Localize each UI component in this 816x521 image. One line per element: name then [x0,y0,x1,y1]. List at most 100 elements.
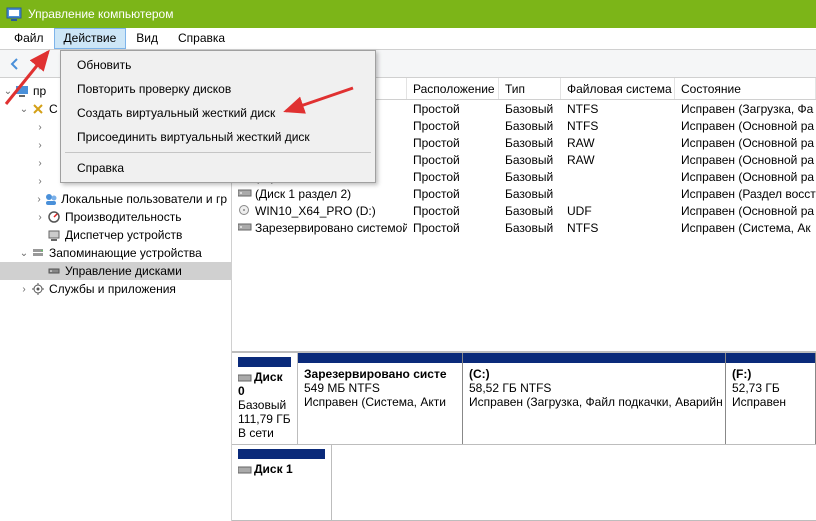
tree-perf[interactable]: › Производительность [0,208,231,226]
cell-layout: Простой [407,204,499,218]
part-name: (F:) [732,367,809,381]
dd-attach-vhd[interactable]: Присоединить виртуальный жесткий диск [63,125,373,149]
table-row[interactable]: (Диск 1 раздел 2) ПростойБазовый Исправен … [232,185,816,202]
cell-status: Исправен (Раздел восст [675,187,816,201]
services-icon [30,281,46,297]
computer-icon [14,83,30,99]
cell-type: Базовый [499,187,561,201]
cell-status: Исправен (Основной ра [675,153,816,167]
back-button[interactable] [4,53,26,75]
col-type[interactable]: Тип [499,78,561,99]
disk-info[interactable]: Диск 1 [232,445,332,520]
cell-layout: Простой [407,119,499,133]
tree-label: Диспетчер устройств [65,228,182,242]
dd-create-vhd[interactable]: Создать виртуальный жесткий диск [63,101,373,125]
tree-label: пр [33,84,46,98]
dd-rescan[interactable]: Повторить проверку дисков [63,77,373,101]
tree-label: Локальные пользователи и гр [61,192,227,206]
tree-disk-mgmt[interactable]: Управление дисками [0,262,231,280]
partition[interactable]: (F:)52,73 ГБИсправен [726,353,816,444]
menu-help[interactable]: Справка [168,28,235,49]
cell-status: Исправен (Основной ра [675,136,816,150]
part-size: 549 МБ NTFS [304,381,456,395]
volume-name: Зарезервировано системой [255,221,407,235]
col-fs[interactable]: Файловая система [561,78,675,99]
table-row[interactable]: WIN10_X64_PRO (D:)ПростойБазовыйUDFИспра… [232,202,816,219]
chevron-right-icon: › [34,212,46,223]
cell-status: Исправен (Основной ра [675,170,816,184]
cell-type: Базовый [499,170,561,184]
cell-type: Базовый [499,153,561,167]
cell-status: Исправен (Основной ра [675,119,816,133]
volume-icon [238,187,252,201]
forward-button[interactable] [30,53,52,75]
cell-layout: Простой [407,187,499,201]
disk-type: Базовый [238,398,291,412]
cell-fs: NTFS [561,119,675,133]
cell-layout: Простой [407,153,499,167]
perf-icon [46,209,62,225]
cell-fs: RAW [561,136,675,150]
cell-type: Базовый [499,136,561,150]
disk-icon [238,373,252,383]
chevron-down-icon: ⌄ [2,86,14,97]
disk-name: Диск 1 [254,462,293,476]
partition[interactable]: (C:)58,52 ГБ NTFSИсправен (Загрузка, Фай… [463,353,726,444]
tree-users[interactable]: › Локальные пользователи и гр [0,190,231,208]
cell-layout: Простой [407,170,499,184]
dd-refresh[interactable]: Обновить [63,53,373,77]
cell-status: Исправен (Система, Ак [675,221,816,235]
menu-view[interactable]: Вид [126,28,168,49]
disk-icon [238,465,252,475]
volume-icon [238,221,252,235]
chevron-down-icon: ⌄ [18,104,30,115]
disk-row: Диск 0Базовый111,79 ГБВ сетиЗарезервиров… [232,353,816,445]
table-row[interactable]: Зарезервировано системойПростойБазовыйNT… [232,219,816,236]
volume-name: WIN10_X64_PRO (D:) [255,204,376,218]
cell-type: Базовый [499,221,561,235]
col-layout[interactable]: Расположение [407,78,499,99]
disk-row: Диск 1 [232,445,816,521]
volume-name: (Диск 1 раздел 2) [255,187,351,201]
cell-layout: Простой [407,102,499,116]
cell-fs: RAW [561,153,675,167]
disk-info[interactable]: Диск 0Базовый111,79 ГБВ сети [232,353,298,444]
part-name: (C:) [469,367,719,381]
window-title: Управление компьютером [28,7,173,21]
menu-file[interactable]: Файл [4,28,54,49]
tools-icon [30,101,46,117]
tree-label: Производительность [65,210,181,224]
tree-label: С [49,102,58,116]
storage-icon [30,245,46,261]
app-icon [6,6,22,22]
chevron-right-icon: › [18,284,30,295]
part-status: Исправен [732,395,809,409]
volume-icon [238,204,252,218]
tree-label: Службы и приложения [49,282,176,296]
part-status: Исправен (Загрузка, Файл подкачки, Авари… [469,395,719,409]
partition[interactable]: Зарезервировано систе549 МБ NTFSИсправен… [298,353,463,444]
cell-status: Исправен (Загрузка, Фа [675,102,816,116]
part-size: 52,73 ГБ [732,381,809,395]
cell-type: Базовый [499,204,561,218]
disk-map: Диск 0Базовый111,79 ГБВ сетиЗарезервиров… [232,351,816,521]
menu-bar: Файл Действие Вид Справка [0,28,816,50]
tree-services[interactable]: › Службы и приложения [0,280,231,298]
users-icon [44,191,58,207]
dd-help[interactable]: Справка [63,156,373,180]
cell-layout: Простой [407,221,499,235]
title-bar: Управление компьютером [0,0,816,28]
col-status[interactable]: Состояние [675,78,816,99]
action-dropdown: Обновить Повторить проверку дисков Созда… [60,50,376,183]
device-icon [46,227,62,243]
tree-label: Запоминающие устройства [49,246,202,260]
disk-status: В сети [238,426,291,440]
part-name: Зарезервировано систе [304,367,456,381]
chevron-right-icon: › [34,194,44,205]
tree-device[interactable]: Диспетчер устройств [0,226,231,244]
disk-icon [46,263,62,279]
part-size: 58,52 ГБ NTFS [469,381,719,395]
menu-action[interactable]: Действие [54,28,127,49]
part-status: Исправен (Система, Акти [304,395,456,409]
tree-storage[interactable]: ⌄ Запоминающие устройства [0,244,231,262]
